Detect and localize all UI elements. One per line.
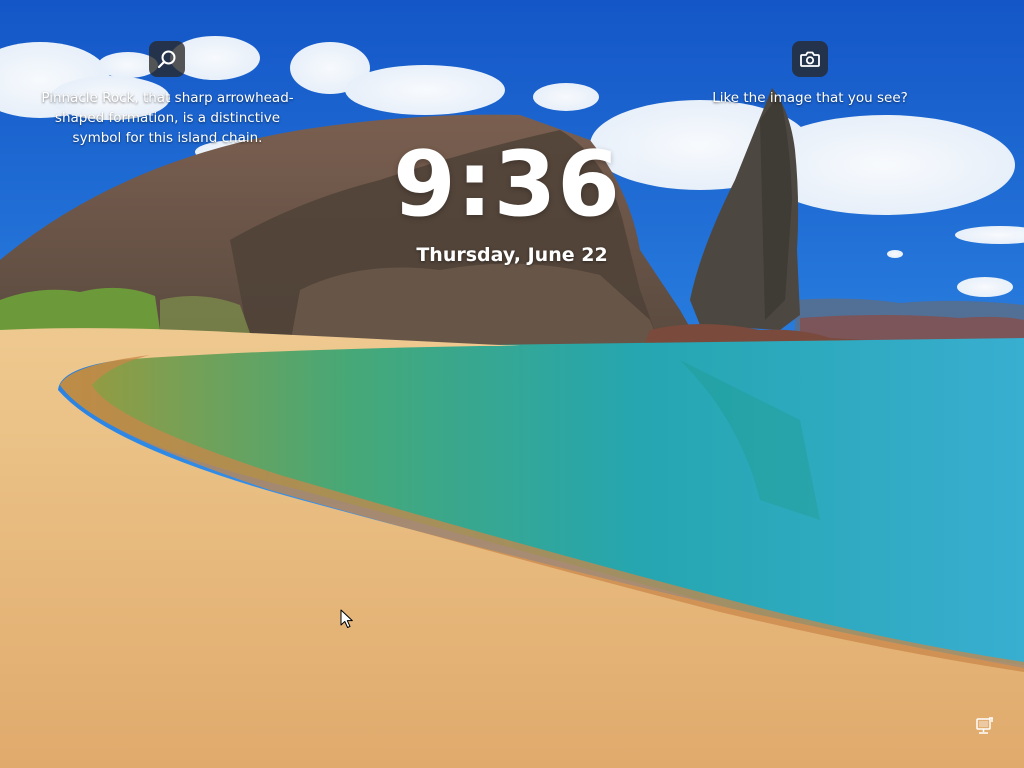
mouse-pointer <box>340 609 353 628</box>
lock-screen: Pinnacle Rock, that sharp arrowhead- sha… <box>0 0 1024 768</box>
image-info-button[interactable] <box>149 41 185 77</box>
network-status-button[interactable] <box>974 715 996 737</box>
camera-icon <box>800 51 820 67</box>
search-icon <box>157 50 176 69</box>
lock-screen-date: Thursday, June 22 <box>416 244 608 266</box>
network-icon <box>976 717 993 734</box>
like-image-prompt[interactable]: Like the image that you see? <box>700 88 920 108</box>
image-info-line-1: Pinnacle Rock, that sharp arrowhead- <box>41 90 294 106</box>
like-image-button[interactable] <box>792 41 828 77</box>
lock-screen-clock: 9:36 <box>393 132 621 237</box>
image-info-line-2: shaped formation, is a distinctive <box>54 110 281 126</box>
